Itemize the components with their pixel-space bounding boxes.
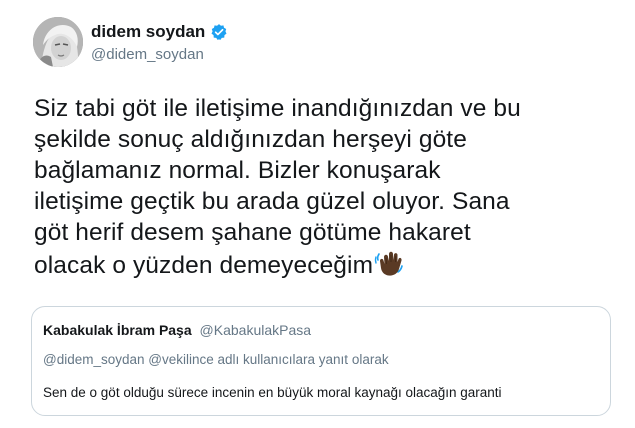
waving-hand-icon: [374, 248, 404, 278]
tweet-last-line: olacak o yüzden demeyeceğim: [34, 248, 614, 281]
quoted-tweet-text: Sen de o göt olduğu sürece incenin en bü…: [43, 385, 502, 400]
quoted-reply-context: @didem_soydan @vekilince adlı kullanıcıl…: [43, 352, 389, 367]
tweet-line: Siz tabi göt ile iletişime inandığınızda…: [34, 95, 521, 122]
quoted-author-row[interactable]: Kabakulak İbram Paşa @KabakulakPasa: [43, 321, 311, 339]
tweet-line: iletişime geçtik bu arada güzel oluyor. …: [34, 188, 510, 215]
author-display-name[interactable]: didem soydan: [91, 22, 205, 42]
author-name-row[interactable]: didem soydan: [91, 22, 228, 42]
profile-photo: [33, 17, 83, 67]
quoted-author-name[interactable]: Kabakulak İbram Paşa: [43, 322, 192, 338]
tweet-text: Siz tabi göt ile iletişime inandığınızda…: [34, 93, 614, 281]
quoted-tweet-card[interactable]: Kabakulak İbram Paşa @KabakulakPasa @did…: [31, 306, 611, 416]
tweet-line: olacak o yüzden demeyeceğim: [34, 252, 374, 279]
author-handle[interactable]: @didem_soydan: [91, 46, 204, 64]
tweet-line: göt herif desem şahane götüme hakaret: [34, 219, 471, 246]
tweet-line: bağlamanız normal. Bizler konuşarak: [34, 157, 441, 184]
avatar[interactable]: [33, 17, 83, 67]
quoted-author-handle[interactable]: @KabakulakPasa: [200, 322, 312, 338]
tweet-line: şekilde sonuç aldığınızdan herşeyi göte: [34, 126, 467, 153]
verified-badge-icon: [210, 23, 228, 41]
